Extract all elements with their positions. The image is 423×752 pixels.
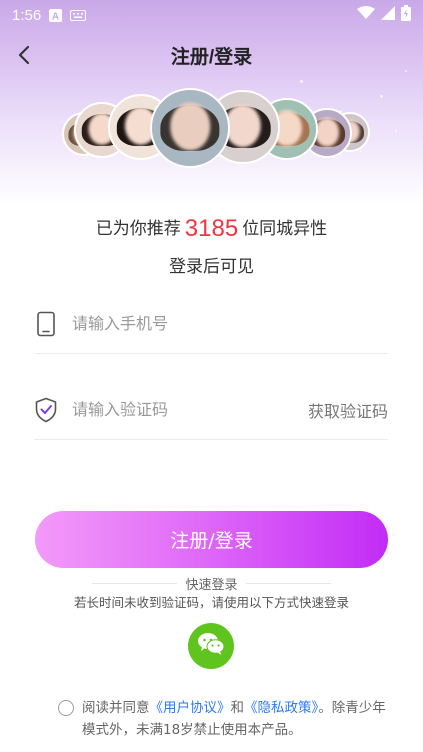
get-code-button[interactable]: 获取验证码 xyxy=(308,398,388,422)
avatar xyxy=(150,88,230,168)
wechat-login-button[interactable] xyxy=(188,623,234,669)
signal-icon xyxy=(381,6,395,24)
notification-a-icon: A xyxy=(49,8,63,22)
privacy-policy-link[interactable]: 《隐私政策》 xyxy=(244,700,318,716)
battery-icon xyxy=(401,5,411,25)
recommend-prefix: 已为你推荐 xyxy=(95,219,181,239)
shield-check-icon xyxy=(34,396,58,424)
agreement: 阅读并同意《用户协议》和《隐私政策》。除青少年模式外，未满18岁禁止使用本产品。 xyxy=(58,697,388,741)
divider-line xyxy=(92,583,178,584)
keyboard-icon xyxy=(70,9,87,21)
phone-input[interactable] xyxy=(72,314,388,333)
status-bar: 1:56 A xyxy=(0,0,423,30)
page-title: 注册/登录 xyxy=(170,47,253,68)
agreement-and: 和 xyxy=(230,700,245,716)
code-input[interactable] xyxy=(72,400,308,419)
recommend-suffix: 位同城异性 xyxy=(242,219,328,239)
recommend-text: 已为你推荐 3185 位同城异性 xyxy=(0,214,423,243)
agreement-text-1: 阅读并同意 xyxy=(82,700,150,716)
quick-login-label: 快速登录 xyxy=(185,578,238,593)
quick-login-divider: 快速登录 xyxy=(0,574,423,593)
svg-text:A: A xyxy=(52,11,59,22)
user-agreement-link[interactable]: 《用户协议》 xyxy=(150,700,231,716)
recommend-line2: 登录后可见 xyxy=(169,257,254,277)
phone-field-row xyxy=(34,294,388,354)
quick-login-hint: 若长时间未收到验证码，请使用以下方式快速登录 xyxy=(73,595,349,610)
divider-line xyxy=(245,583,331,584)
agreement-checkbox[interactable] xyxy=(58,700,74,716)
code-field-row: 获取验证码 xyxy=(34,380,388,440)
agreement-text: 阅读并同意《用户协议》和《隐私政策》。除青少年模式外，未满18岁禁止使用本产品。 xyxy=(58,697,388,741)
submit-button[interactable]: 注册/登录 xyxy=(35,511,388,568)
recommend-count: 3185 xyxy=(184,215,239,242)
wifi-icon xyxy=(357,6,375,24)
phone-icon xyxy=(34,310,58,338)
status-time: 1:56 xyxy=(12,6,42,24)
wechat-icon xyxy=(197,632,225,660)
avatar-carousel xyxy=(0,88,423,178)
